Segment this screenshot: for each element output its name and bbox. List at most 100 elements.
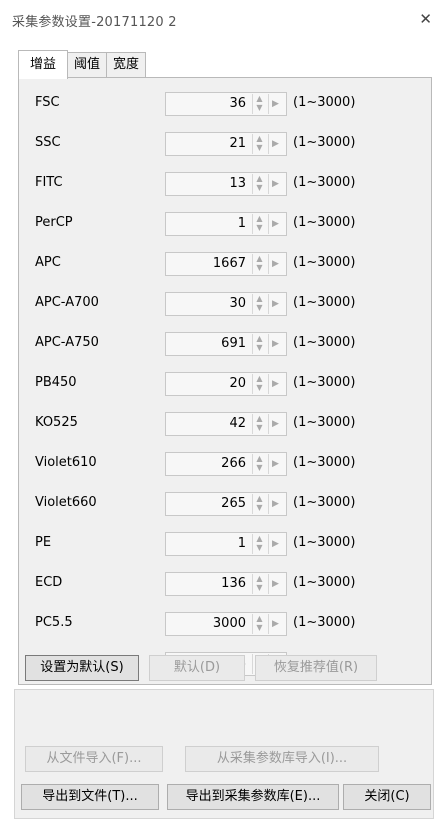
gain-row: SSC 21 ▲ ▼ ▶ (1~3000) <box>19 132 431 156</box>
spin-right-icon[interactable]: ▶ <box>268 254 282 274</box>
gain-row: PerCP 1 ▲ ▼ ▶ (1~3000) <box>19 212 431 236</box>
spin-updown-icon[interactable]: ▲▼ <box>252 614 266 634</box>
gain-spinbox[interactable]: 36 ▲ ▼ ▶ <box>165 92 287 116</box>
gain-spinbox[interactable]: 3000 ▲ ▼ ▶ <box>165 612 287 636</box>
export-to-file-button[interactable]: 导出到文件(T)... <box>21 784 159 810</box>
gain-spinbox[interactable]: 42 ▲ ▼ ▶ <box>165 412 287 436</box>
spin-right-icon[interactable]: ▶ <box>268 614 282 634</box>
gain-row-label: PE <box>35 535 52 550</box>
gain-row-range: (1~3000) <box>293 295 356 310</box>
spin-updown-icon[interactable]: ▲▼ <box>252 214 266 234</box>
gain-spinbox[interactable]: 1667 ▲ ▼ ▶ <box>165 252 287 276</box>
export-to-library-button[interactable]: 导出到采集参数库(E)... <box>167 784 339 810</box>
tab-strip: 增益 阈值 宽度 <box>18 50 147 79</box>
gain-row: APC-A700 30 ▲ ▼ ▶ (1~3000) <box>19 292 431 316</box>
gain-spinbox[interactable]: 266 ▲ ▼ ▶ <box>165 452 287 476</box>
spin-updown-icon[interactable]: ▲▼ <box>252 574 266 594</box>
spin-updown-icon[interactable]: ▲▼ <box>252 534 266 554</box>
gain-row: PB450 20 ▲ ▼ ▶ (1~3000) <box>19 372 431 396</box>
gain-row-label: KO525 <box>35 415 78 430</box>
gain-row: APC 1667 ▲ ▼ ▶ (1~3000) <box>19 252 431 276</box>
spin-updown-icon[interactable]: ▲▼ <box>252 294 266 314</box>
gain-spinbox-value[interactable]: 36 <box>166 96 246 111</box>
gain-spinbox-value[interactable]: 30 <box>166 296 246 311</box>
set-as-default-button[interactable]: 设置为默认(S) <box>25 655 139 681</box>
spin-right-icon[interactable]: ▶ <box>268 334 282 354</box>
spin-updown-icon[interactable]: ▲▼ <box>252 134 266 154</box>
title-bar: 采集参数设置-20171120 2 ✕ <box>0 0 446 38</box>
gain-row-label: APC-A750 <box>35 335 99 350</box>
tab-gain[interactable]: 增益 <box>18 50 69 79</box>
gain-spinbox-value[interactable]: 3000 <box>166 616 246 631</box>
spin-right-icon[interactable]: ▶ <box>268 174 282 194</box>
gain-spinbox[interactable]: 21 ▲ ▼ ▶ <box>165 132 287 156</box>
gain-row-label: SSC <box>35 135 61 150</box>
spin-right-icon[interactable]: ▶ <box>268 454 282 474</box>
spin-right-icon[interactable]: ▶ <box>268 94 282 114</box>
gain-row-label: FITC <box>35 175 63 190</box>
gain-row-label: ECD <box>35 575 63 590</box>
gain-spinbox-value[interactable]: 13 <box>166 176 246 191</box>
default-button[interactable]: 默认(D) <box>149 655 245 681</box>
gain-row-label: APC-A700 <box>35 295 99 310</box>
gain-row: APC-A750 691 ▲ ▼ ▶ (1~3000) <box>19 332 431 356</box>
tab-control: 增益 阈值 宽度 FSC 36 ▲ ▼ ▶ (1~3000) SSC 21 ▲ ▼ ▶ (1~3000… <box>14 46 434 686</box>
gain-row-range: (1~3000) <box>293 415 356 430</box>
gain-spinbox[interactable]: 30 ▲ ▼ ▶ <box>165 292 287 316</box>
import-from-file-button[interactable]: 从文件导入(F)... <box>25 746 163 772</box>
gain-spinbox-value[interactable]: 1 <box>166 216 246 231</box>
gain-row: Violet660 265 ▲ ▼ ▶ (1~3000) <box>19 492 431 516</box>
gain-spinbox[interactable]: 136 ▲ ▼ ▶ <box>165 572 287 596</box>
spin-updown-icon[interactable]: ▲▼ <box>252 254 266 274</box>
gain-row-label: PerCP <box>35 215 73 230</box>
spin-right-icon[interactable]: ▶ <box>268 214 282 234</box>
window-title: 采集参数设置-20171120 2 <box>12 15 177 30</box>
gain-spinbox-value[interactable]: 136 <box>166 576 246 591</box>
gain-spinbox-value[interactable]: 265 <box>166 496 246 511</box>
spin-updown-icon[interactable]: ▲▼ <box>252 174 266 194</box>
spin-right-icon[interactable]: ▶ <box>268 414 282 434</box>
gain-row-range: (1~3000) <box>293 215 356 230</box>
tab-threshold[interactable]: 阈值 <box>67 52 108 78</box>
spin-right-icon[interactable]: ▶ <box>268 374 282 394</box>
gain-spinbox[interactable]: 1 ▲ ▼ ▶ <box>165 532 287 556</box>
spin-updown-icon[interactable]: ▲▼ <box>252 374 266 394</box>
gain-row: KO525 42 ▲ ▼ ▶ (1~3000) <box>19 412 431 436</box>
spin-updown-icon[interactable]: ▲▼ <box>252 494 266 514</box>
gain-spinbox[interactable]: 265 ▲ ▼ ▶ <box>165 492 287 516</box>
gain-spinbox[interactable]: 1 ▲ ▼ ▶ <box>165 212 287 236</box>
tab-width[interactable]: 宽度 <box>106 52 147 78</box>
gain-spinbox-value[interactable]: 691 <box>166 336 246 351</box>
gain-row: ECD 136 ▲ ▼ ▶ (1~3000) <box>19 572 431 596</box>
import-from-library-button[interactable]: 从采集参数库导入(I)... <box>185 746 379 772</box>
spin-updown-icon[interactable]: ▲▼ <box>252 94 266 114</box>
gain-row-range: (1~3000) <box>293 495 356 510</box>
spin-right-icon[interactable]: ▶ <box>268 134 282 154</box>
footer-panel: 从文件导入(F)... 从采集参数库导入(I)... 导出到文件(T)... 导… <box>14 689 434 819</box>
close-icon[interactable]: ✕ <box>419 10 432 28</box>
gain-row-range: (1~3000) <box>293 615 356 630</box>
gain-spinbox-value[interactable]: 20 <box>166 376 246 391</box>
spin-right-icon[interactable]: ▶ <box>268 534 282 554</box>
gain-spinbox-value[interactable]: 1 <box>166 536 246 551</box>
gain-row: FITC 13 ▲ ▼ ▶ (1~3000) <box>19 172 431 196</box>
gain-spinbox[interactable]: 691 ▲ ▼ ▶ <box>165 332 287 356</box>
gain-spinbox-value[interactable]: 1667 <box>166 256 246 271</box>
gain-spinbox-value[interactable]: 266 <box>166 456 246 471</box>
restore-recommended-button[interactable]: 恢复推荐值(R) <box>255 655 377 681</box>
gain-row-range: (1~3000) <box>293 135 356 150</box>
spin-right-icon[interactable]: ▶ <box>268 494 282 514</box>
spin-updown-icon[interactable]: ▲▼ <box>252 454 266 474</box>
gain-spinbox[interactable]: 20 ▲ ▼ ▶ <box>165 372 287 396</box>
spin-updown-icon[interactable]: ▲▼ <box>252 414 266 434</box>
gain-row-label: PB450 <box>35 375 77 390</box>
spin-updown-icon[interactable]: ▲▼ <box>252 334 266 354</box>
gain-spinbox-value[interactable]: 21 <box>166 136 246 151</box>
spin-right-icon[interactable]: ▶ <box>268 574 282 594</box>
gain-spinbox[interactable]: 13 ▲ ▼ ▶ <box>165 172 287 196</box>
close-button[interactable]: 关闭(C) <box>343 784 431 810</box>
gain-row: PC5.5 3000 ▲ ▼ ▶ (1~3000) <box>19 612 431 636</box>
spin-right-icon[interactable]: ▶ <box>268 294 282 314</box>
gain-row-range: (1~3000) <box>293 575 356 590</box>
gain-spinbox-value[interactable]: 42 <box>166 416 246 431</box>
